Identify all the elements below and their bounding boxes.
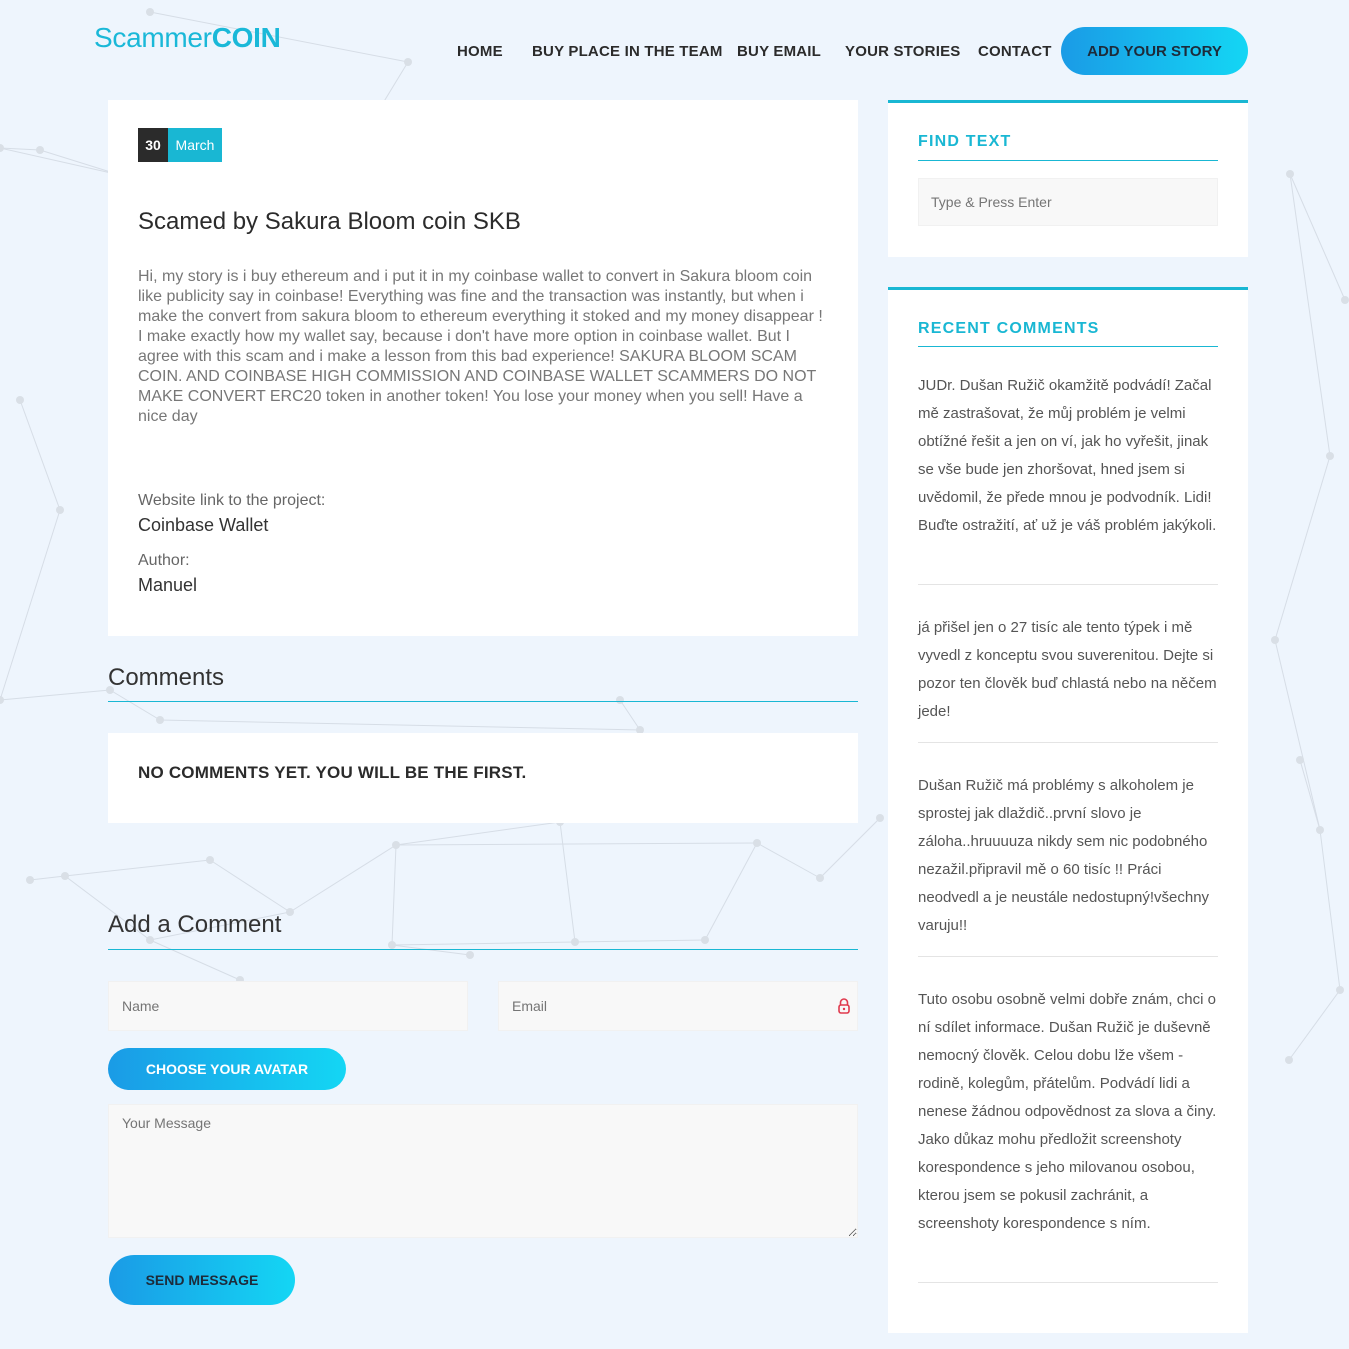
recent-comments-rule bbox=[918, 346, 1218, 347]
network-line bbox=[209, 859, 291, 913]
network-node bbox=[1326, 452, 1334, 460]
add-comment-heading-rule bbox=[108, 949, 858, 950]
network-node bbox=[286, 908, 294, 916]
network-node bbox=[1285, 1056, 1293, 1064]
network-node bbox=[392, 841, 400, 849]
search-input[interactable] bbox=[918, 178, 1218, 226]
recent-comment-item[interactable]: JUDr. Dušan Ružič okamžitě podvádí! Zača… bbox=[918, 372, 1218, 540]
website-link-label: Website link to the project: bbox=[138, 492, 326, 509]
post-title: Scamed by Sakura Bloom coin SKB bbox=[138, 208, 521, 235]
network-line bbox=[819, 817, 881, 879]
network-line bbox=[1299, 759, 1321, 831]
network-node bbox=[146, 8, 154, 16]
network-line bbox=[1288, 989, 1341, 1061]
network-line bbox=[704, 842, 758, 941]
recent-comment-item[interactable]: já přišel jen o 27 tisíc ale tento týpek… bbox=[918, 614, 1218, 726]
comments-heading-rule bbox=[108, 701, 858, 702]
network-node bbox=[1336, 986, 1344, 994]
network-line bbox=[289, 844, 397, 913]
network-line bbox=[391, 844, 397, 946]
network-line bbox=[574, 939, 706, 943]
network-node bbox=[0, 696, 4, 704]
author-label: Author: bbox=[138, 552, 190, 569]
network-node bbox=[206, 856, 214, 864]
network-node bbox=[56, 506, 64, 514]
recent-comment-item[interactable]: Dušan Ružič má problémy s alkoholem je s… bbox=[918, 772, 1218, 940]
nav-contact[interactable]: CONTACT bbox=[978, 43, 1052, 60]
network-line bbox=[395, 842, 758, 846]
network-node bbox=[404, 58, 412, 66]
send-message-button[interactable]: SEND MESSAGE bbox=[109, 1255, 295, 1305]
network-line bbox=[391, 944, 471, 956]
network-node bbox=[156, 716, 164, 724]
logo-light-text: Scammer bbox=[94, 22, 212, 53]
author-value: Manuel bbox=[138, 575, 198, 595]
post-date-day: 30 bbox=[138, 128, 168, 162]
network-node bbox=[61, 872, 69, 880]
nav-your-stories[interactable]: YOUR STORIES bbox=[845, 43, 960, 60]
network-node bbox=[876, 814, 884, 822]
message-textarea[interactable] bbox=[108, 1104, 858, 1238]
network-node bbox=[16, 396, 24, 404]
network-line bbox=[619, 699, 641, 731]
nav-buy-email[interactable]: BUY EMAIL bbox=[737, 43, 821, 60]
network-line bbox=[159, 719, 641, 731]
comments-heading: Comments bbox=[108, 664, 225, 691]
nav-home[interactable]: HOME bbox=[457, 43, 503, 60]
network-line bbox=[0, 509, 61, 701]
recent-comment-item[interactable]: Tuto osobu osobně velmi dobře znám, chci… bbox=[918, 986, 1218, 1238]
no-comments-text: NO COMMENTS YET. YOU WILL BE THE FIRST. bbox=[138, 763, 527, 782]
add-your-story-button[interactable]: ADD YOUR STORY bbox=[1061, 27, 1248, 75]
choose-avatar-button[interactable]: CHOOSE YOUR AVATAR bbox=[108, 1048, 346, 1090]
network-node bbox=[0, 144, 4, 152]
network-line bbox=[1289, 173, 1346, 301]
network-line bbox=[0, 147, 121, 176]
nav-buy-place-in-team[interactable]: BUY PLACE IN THE TEAM bbox=[532, 43, 723, 60]
network-node bbox=[1286, 170, 1294, 178]
name-input[interactable] bbox=[108, 981, 468, 1031]
network-node bbox=[36, 146, 44, 154]
network-line bbox=[109, 689, 161, 721]
network-line bbox=[29, 875, 66, 881]
comment-divider bbox=[918, 956, 1218, 957]
network-line bbox=[1274, 639, 1321, 831]
network-line bbox=[391, 941, 576, 946]
website-link-value[interactable]: Coinbase Wallet bbox=[138, 515, 268, 536]
site-logo[interactable]: ScammerCOIN bbox=[94, 22, 281, 54]
network-node bbox=[26, 876, 34, 884]
network-node bbox=[466, 951, 474, 959]
network-node bbox=[1341, 296, 1349, 304]
logo-bold-text: COIN bbox=[211, 22, 281, 53]
network-line bbox=[1319, 829, 1341, 991]
network-node bbox=[1316, 826, 1324, 834]
network-node bbox=[388, 941, 396, 949]
network-node bbox=[1271, 636, 1279, 644]
post-date-month: March bbox=[168, 128, 222, 162]
email-input[interactable] bbox=[498, 981, 858, 1031]
network-line bbox=[1274, 455, 1331, 641]
network-line bbox=[0, 689, 111, 701]
comment-divider bbox=[918, 584, 1218, 585]
post-body: Hi, my story is i buy ethereum and i put… bbox=[138, 268, 823, 425]
recent-comments-heading: RECENT COMMENTS bbox=[918, 320, 1100, 337]
network-line bbox=[395, 821, 561, 846]
network-line bbox=[19, 399, 61, 511]
network-line bbox=[559, 821, 576, 943]
network-node bbox=[1296, 756, 1304, 764]
network-node bbox=[571, 938, 579, 946]
network-line bbox=[149, 939, 241, 981]
network-node bbox=[616, 696, 624, 704]
comment-divider bbox=[918, 1282, 1218, 1283]
comment-divider bbox=[918, 742, 1218, 743]
find-text-rule bbox=[918, 160, 1218, 161]
network-line bbox=[756, 842, 821, 879]
find-text-heading: FIND TEXT bbox=[918, 133, 1012, 150]
lock-icon bbox=[836, 997, 852, 1015]
add-comment-heading: Add a Comment bbox=[108, 911, 282, 938]
network-node bbox=[701, 936, 709, 944]
network-line bbox=[1289, 173, 1331, 457]
network-line bbox=[64, 859, 211, 877]
network-node bbox=[816, 874, 824, 882]
network-node bbox=[753, 839, 761, 847]
